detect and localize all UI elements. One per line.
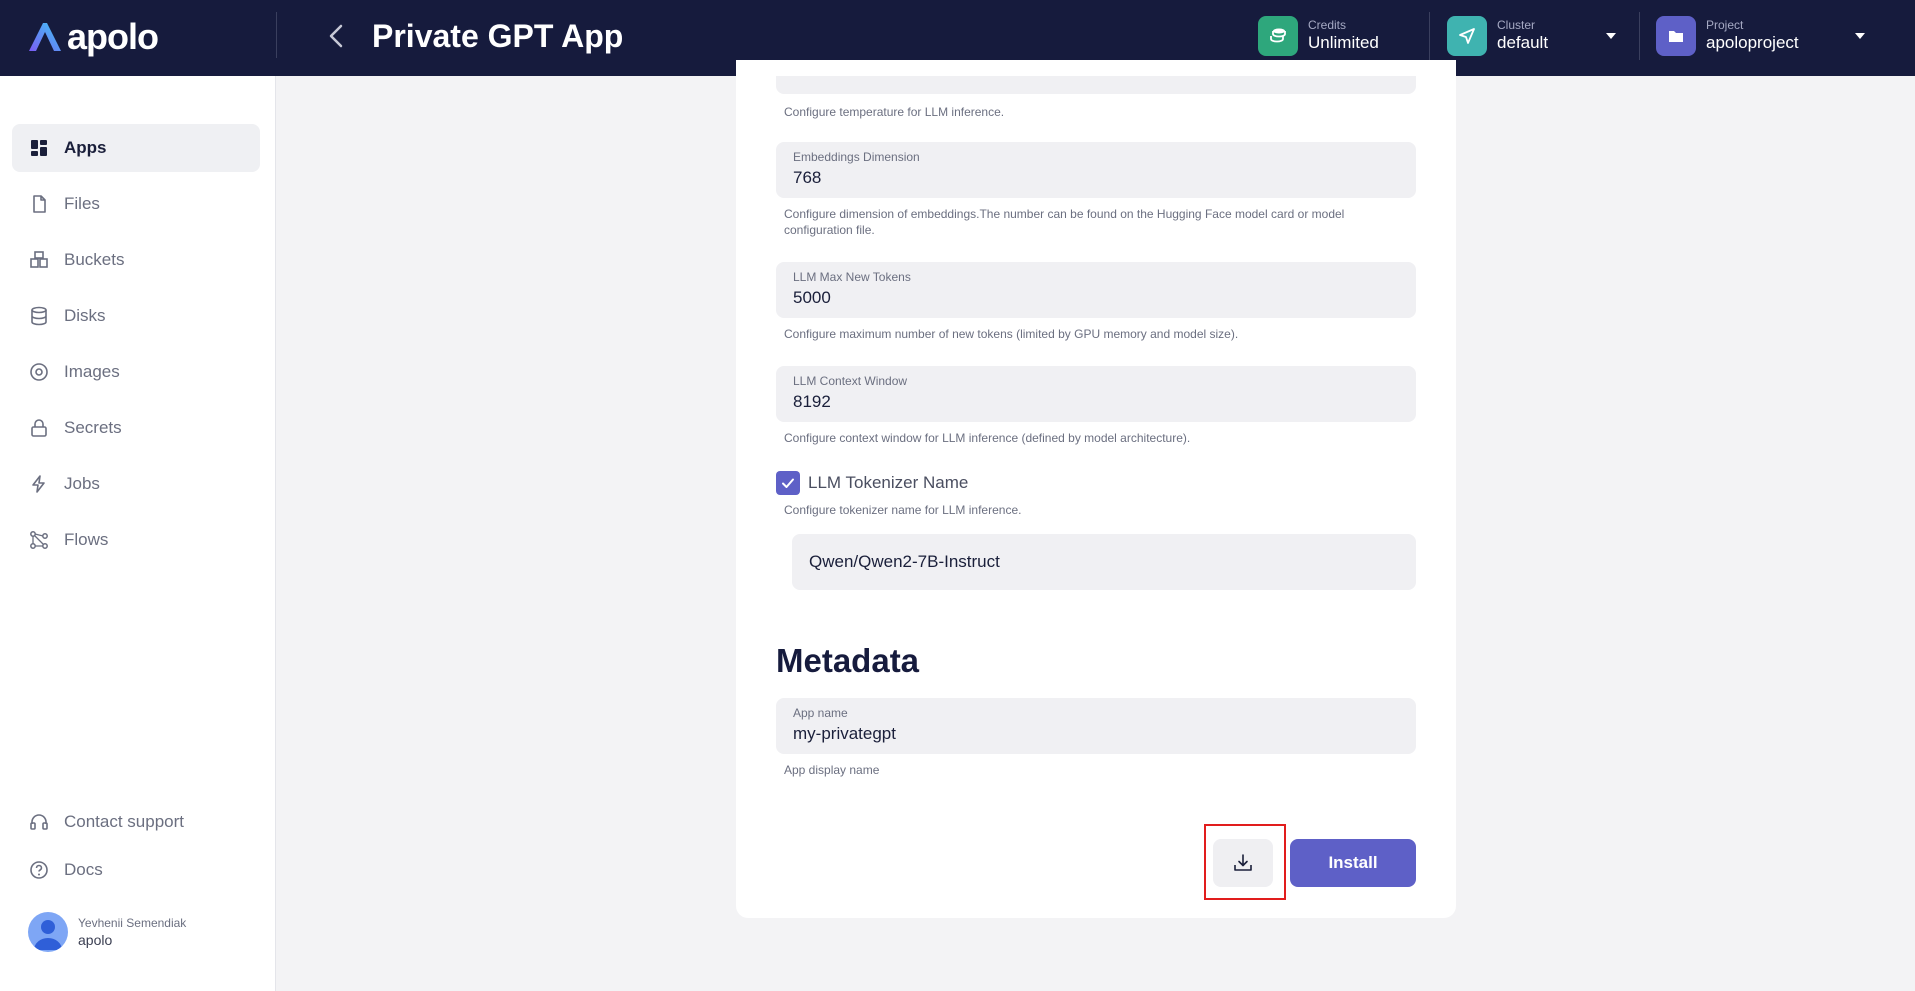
sidebar: Apps Files Buckets Disks Images Secrets xyxy=(0,76,276,991)
max-new-tokens-help: Configure maximum number of new tokens (… xyxy=(784,327,1239,341)
sidebar-item-contact-support[interactable]: Contact support xyxy=(12,798,260,846)
cluster-selector[interactable]: Cluster default xyxy=(1447,16,1627,56)
file-icon xyxy=(28,193,50,215)
project-label: Project xyxy=(1706,18,1744,32)
avatar xyxy=(28,912,68,952)
header-separator xyxy=(1639,12,1640,60)
sidebar-item-images[interactable]: Images xyxy=(12,348,260,396)
lightning-icon xyxy=(28,473,50,495)
field-value: 8192 xyxy=(793,392,831,411)
page-title: Private GPT App xyxy=(372,18,624,54)
sidebar-item-flows[interactable]: Flows xyxy=(12,516,260,564)
user-org: apolo xyxy=(78,932,113,948)
temperature-help: Configure temperature for LLM inference. xyxy=(784,105,1005,119)
sidebar-item-label: Files xyxy=(64,194,100,213)
buckets-icon xyxy=(28,249,50,271)
user-name: Yevhenii Semendiak xyxy=(78,916,187,930)
field-value: Qwen/Qwen2-7B-Instruct xyxy=(809,552,1000,571)
database-icon xyxy=(28,305,50,327)
sidebar-item-docs[interactable]: Docs xyxy=(12,846,260,894)
apolo-logo-icon xyxy=(29,23,61,51)
context-window-field[interactable]: LLM Context Window 8192 xyxy=(776,366,1416,422)
sidebar-item-secrets[interactable]: Secrets xyxy=(12,404,260,452)
tokenizer-checkbox[interactable] xyxy=(776,471,800,495)
sidebar-item-label: Jobs xyxy=(64,474,100,493)
cluster-label: Cluster xyxy=(1497,18,1536,32)
user-profile[interactable]: Yevhenii Semendiak apolo xyxy=(28,912,186,952)
sidebar-item-jobs[interactable]: Jobs xyxy=(12,460,260,508)
header-divider xyxy=(276,12,277,58)
help-icon xyxy=(28,859,50,881)
disc-icon xyxy=(28,361,50,383)
sidebar-item-label: Docs xyxy=(64,860,103,879)
coins-icon xyxy=(1258,16,1298,56)
sidebar-item-files[interactable]: Files xyxy=(12,180,260,228)
field-label: LLM Max New Tokens xyxy=(793,270,911,284)
app-config-form: Configure temperature for LLM inference.… xyxy=(736,60,1456,918)
headset-icon xyxy=(28,811,50,833)
check-icon xyxy=(782,478,794,488)
cluster-chevron-down-icon[interactable] xyxy=(1606,33,1616,39)
tokenizer-checkbox-row[interactable]: LLM Tokenizer Name xyxy=(776,471,968,495)
flow-icon xyxy=(28,529,50,551)
field-label: Embeddings Dimension xyxy=(793,150,920,164)
cluster-value: default xyxy=(1497,33,1549,52)
embeddings-dimension-field[interactable]: Embeddings Dimension 768 xyxy=(776,142,1416,198)
sidebar-item-buckets[interactable]: Buckets xyxy=(12,236,260,284)
field-value: my-privategpt xyxy=(793,724,896,743)
max-new-tokens-field[interactable]: LLM Max New Tokens 5000 xyxy=(776,262,1416,318)
app-name-field[interactable]: App name my-privategpt xyxy=(776,698,1416,754)
context-window-help: Configure context window for LLM inferen… xyxy=(784,431,1191,445)
sidebar-item-label: Secrets xyxy=(64,418,122,437)
sidebar-item-label: Apps xyxy=(64,138,107,157)
credits-widget: Credits Unlimited xyxy=(1258,16,1379,56)
project-chevron-down-icon[interactable] xyxy=(1855,33,1865,39)
tokenizer-checkbox-label: LLM Tokenizer Name xyxy=(808,473,969,492)
apolo-logo[interactable]: apolo xyxy=(27,16,159,58)
credits-label: Credits xyxy=(1308,18,1347,32)
back-button[interactable] xyxy=(322,20,350,52)
apps-icon xyxy=(28,137,50,159)
credits-value: Unlimited xyxy=(1308,33,1379,52)
sidebar-item-label: Flows xyxy=(64,530,109,549)
sidebar-item-disks[interactable]: Disks xyxy=(12,292,260,340)
project-value: apoloproject xyxy=(1706,33,1799,52)
field-value: 5000 xyxy=(793,288,831,307)
logo-text: apolo xyxy=(67,16,159,57)
lock-icon xyxy=(28,417,50,439)
field-label: LLM Context Window xyxy=(793,374,908,388)
field-label: App name xyxy=(793,706,848,720)
project-selector[interactable]: Project apoloproject xyxy=(1656,16,1866,56)
sidebar-item-apps[interactable]: Apps xyxy=(12,124,260,172)
tokenizer-help: Configure tokenizer name for LLM inferen… xyxy=(784,503,1022,517)
temperature-field[interactable] xyxy=(776,76,1416,94)
download-icon xyxy=(1234,854,1252,871)
sidebar-item-label: Buckets xyxy=(64,250,125,269)
sidebar-item-label: Images xyxy=(64,362,120,381)
chevron-left-icon xyxy=(329,24,343,48)
metadata-section-title: Metadata xyxy=(776,642,920,679)
install-button[interactable]: Install xyxy=(1290,839,1416,887)
sidebar-item-label: Contact support xyxy=(64,812,185,831)
sidebar-item-label: Disks xyxy=(64,306,106,325)
field-value: 768 xyxy=(793,168,822,187)
tokenizer-name-input[interactable]: Qwen/Qwen2-7B-Instruct xyxy=(792,534,1416,590)
folder-icon xyxy=(1656,16,1696,56)
download-button[interactable] xyxy=(1213,839,1273,887)
app-name-help: App display name xyxy=(784,763,880,777)
embeddings-help: Configure dimension of embeddings.The nu… xyxy=(784,207,1345,237)
header-separator xyxy=(1429,12,1430,60)
cluster-icon xyxy=(1447,16,1487,56)
